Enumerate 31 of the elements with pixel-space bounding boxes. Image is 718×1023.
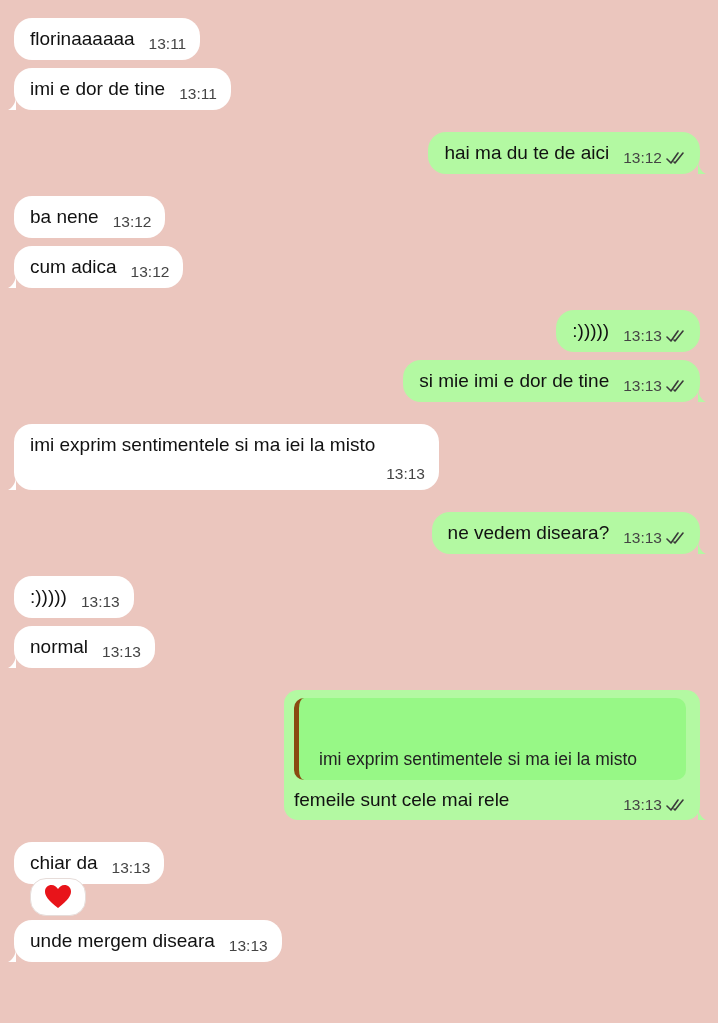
message-text: :))))) [30,585,67,609]
quoted-message[interactable]: imi exprim sentimentele si ma iei la misto [294,698,686,780]
heart-icon [44,884,72,910]
message-time: 13:11 [148,34,187,54]
message-time: 13:13 [102,642,141,662]
message-text: :))))) [572,319,610,343]
message-time: 13:13 [623,376,662,396]
message-time: 13:13 [386,464,425,484]
message-time: 13:13 [111,858,151,878]
message-time: 13:13 [623,326,662,346]
message-text: femeile sunt cele mai rele [294,788,510,812]
message-text: ba nene [30,205,99,229]
reaction-badge[interactable] [30,878,86,916]
message-text: unde mergem diseara [30,929,215,953]
message-time: 13:12 [112,212,152,232]
message-text: cum adica [30,255,117,279]
message-time: 13:13 [623,795,662,815]
message-time: 13:12 [623,148,662,168]
message-time: 13:13 [228,936,268,956]
message-text: normal [30,635,89,659]
message-text: chiar da [30,851,98,875]
message-text: hai ma du te de aici [444,141,610,165]
message-text: imi exprim sentimentele si ma iei la misto [30,433,376,457]
message-text: imi e dor de tine [30,77,166,101]
message-text: ne vedem diseara? [447,521,610,545]
message-text: si mie imi e dor de tine [419,369,610,393]
message-time: 13:13 [623,528,662,548]
message-text: florinaaaaaa [30,27,135,51]
message-time: 13:11 [179,84,217,104]
message-time: 13:12 [130,262,170,282]
message-time: 13:13 [80,592,120,612]
